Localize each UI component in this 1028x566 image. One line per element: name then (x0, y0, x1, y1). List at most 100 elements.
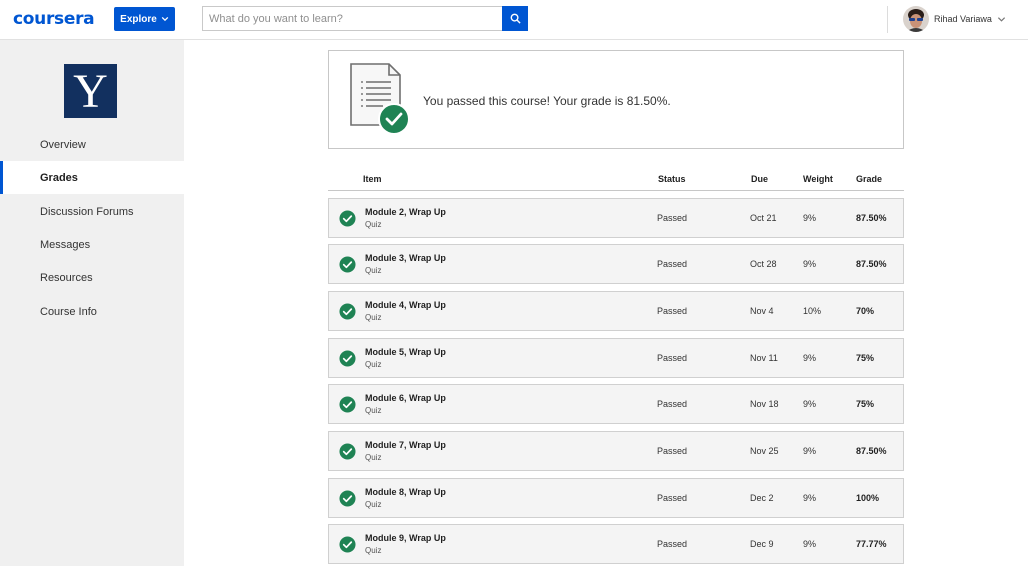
check-circle-icon (339, 350, 356, 367)
item-title[interactable]: Module 4, Wrap Up (365, 300, 446, 310)
column-header-weight: Weight (803, 174, 833, 184)
course-grade-message: You passed this course! Your grade is 81… (423, 94, 671, 108)
check-circle-icon (339, 210, 356, 227)
table-row[interactable]: Module 2, Wrap Up Quiz Passed Oct 21 9% … (328, 198, 904, 238)
sidebar-item-label: Resources (40, 271, 93, 284)
item-type: Quiz (365, 313, 382, 322)
due-date: Nov 25 (750, 446, 779, 456)
item-title[interactable]: Module 5, Wrap Up (365, 347, 446, 357)
sidebar-item-label: Course Info (40, 305, 97, 318)
check-circle-icon (339, 443, 356, 460)
due-date: Nov 18 (750, 399, 779, 409)
check-circle-icon (339, 256, 356, 273)
sidebar-item-discussion-forums[interactable]: Discussion Forums (0, 195, 184, 228)
check-circle-icon (339, 536, 356, 553)
grade-value: 75% (856, 399, 875, 409)
university-logo[interactable]: Y (64, 64, 117, 118)
grade-value: 87.50% (856, 259, 887, 269)
item-type: Quiz (365, 406, 382, 415)
weight-value: 9% (803, 259, 817, 269)
status-text: Passed (657, 213, 688, 223)
grades-table-header: Item Status Due Weight Grade (328, 170, 904, 191)
sidebar-item-course-info[interactable]: Course Info (0, 295, 184, 328)
grade-value: 87.50% (856, 446, 887, 456)
logo-letter: Y (73, 65, 108, 118)
due-date: Nov 4 (750, 306, 774, 316)
weight-value: 9% (803, 399, 817, 409)
grade-value: 75% (856, 353, 875, 363)
grade-value: 70% (856, 306, 875, 316)
item-title[interactable]: Module 6, Wrap Up (365, 393, 446, 403)
table-row[interactable]: Module 3, Wrap Up Quiz Passed Oct 28 9% … (328, 244, 904, 284)
sidebar-item-resources[interactable]: Resources (0, 261, 184, 294)
due-date: Dec 9 (750, 539, 774, 549)
weight-value: 9% (803, 446, 817, 456)
status-text: Passed (657, 306, 688, 316)
item-title[interactable]: Module 2, Wrap Up (365, 207, 446, 217)
explore-label: Explore (120, 13, 157, 25)
column-header-grade: Grade (856, 174, 883, 184)
user-menu[interactable]: Rihad Variawa (903, 5, 1006, 33)
column-header-item: Item (363, 174, 382, 184)
item-title[interactable]: Module 7, Wrap Up (365, 440, 446, 450)
item-type: Quiz (365, 266, 382, 275)
status-text: Passed (657, 446, 688, 456)
header-divider (887, 6, 888, 33)
status-text: Passed (657, 493, 688, 503)
course-sidebar: Y Overview Grades Discussion Forums Mess… (0, 40, 184, 566)
weight-value: 9% (803, 353, 817, 363)
table-row[interactable]: Module 8, Wrap Up Quiz Passed Dec 2 9% 1… (328, 478, 904, 518)
chevron-down-icon (161, 16, 169, 22)
search-input[interactable] (202, 6, 502, 31)
sidebar-item-label: Discussion Forums (40, 205, 134, 218)
table-row[interactable]: Module 9, Wrap Up Quiz Passed Dec 9 9% 7… (328, 524, 904, 564)
top-header: coursera Explore Rihad Variawa (0, 0, 1028, 40)
course-passed-banner: You passed this course! Your grade is 81… (328, 50, 904, 149)
search-bar (202, 6, 528, 31)
explore-button[interactable]: Explore (114, 7, 175, 31)
item-type: Quiz (365, 500, 382, 509)
search-button[interactable] (502, 6, 528, 31)
grade-value: 87.50% (856, 213, 887, 223)
item-type: Quiz (365, 220, 382, 229)
due-date: Oct 28 (750, 259, 777, 269)
grade-value: 100% (856, 493, 880, 503)
weight-value: 10% (803, 306, 822, 316)
coursera-logo[interactable]: coursera (13, 9, 95, 29)
weight-value: 9% (803, 539, 817, 549)
status-text: Passed (657, 259, 688, 269)
user-name: Rihad Variawa (934, 14, 992, 24)
sidebar-item-messages[interactable]: Messages (0, 228, 184, 261)
status-text: Passed (657, 353, 688, 363)
table-row[interactable]: Module 6, Wrap Up Quiz Passed Nov 18 9% … (328, 384, 904, 424)
check-circle-icon (339, 490, 356, 507)
weight-value: 9% (803, 493, 817, 503)
chevron-down-icon (997, 16, 1005, 22)
column-header-status: Status (658, 174, 686, 184)
table-row[interactable]: Module 4, Wrap Up Quiz Passed Nov 4 10% … (328, 291, 904, 331)
item-type: Quiz (365, 546, 382, 555)
sidebar-item-label: Grades (40, 171, 78, 184)
table-row[interactable]: Module 7, Wrap Up Quiz Passed Nov 25 9% … (328, 431, 904, 471)
item-title[interactable]: Module 3, Wrap Up (365, 253, 446, 263)
sidebar-item-grades[interactable]: Grades (0, 161, 184, 194)
avatar (903, 6, 929, 32)
sidebar-item-label: Overview (40, 138, 86, 151)
status-text: Passed (657, 399, 688, 409)
item-type: Quiz (365, 360, 382, 369)
item-title[interactable]: Module 9, Wrap Up (365, 533, 446, 543)
sidebar-item-overview[interactable]: Overview (0, 128, 184, 161)
grade-value: 77.77% (856, 539, 887, 549)
due-date: Nov 11 (750, 353, 778, 363)
check-circle-icon (339, 303, 356, 320)
item-type: Quiz (365, 453, 382, 462)
item-title[interactable]: Module 8, Wrap Up (365, 487, 446, 497)
sidebar-item-label: Messages (40, 238, 91, 251)
check-circle-icon (339, 396, 356, 413)
column-header-due: Due (751, 174, 769, 184)
table-row[interactable]: Module 5, Wrap Up Quiz Passed Nov 11 9% … (328, 338, 904, 378)
search-icon (510, 13, 521, 24)
document-check-icon (350, 63, 410, 134)
weight-value: 9% (803, 213, 817, 223)
due-date: Dec 2 (750, 493, 774, 503)
